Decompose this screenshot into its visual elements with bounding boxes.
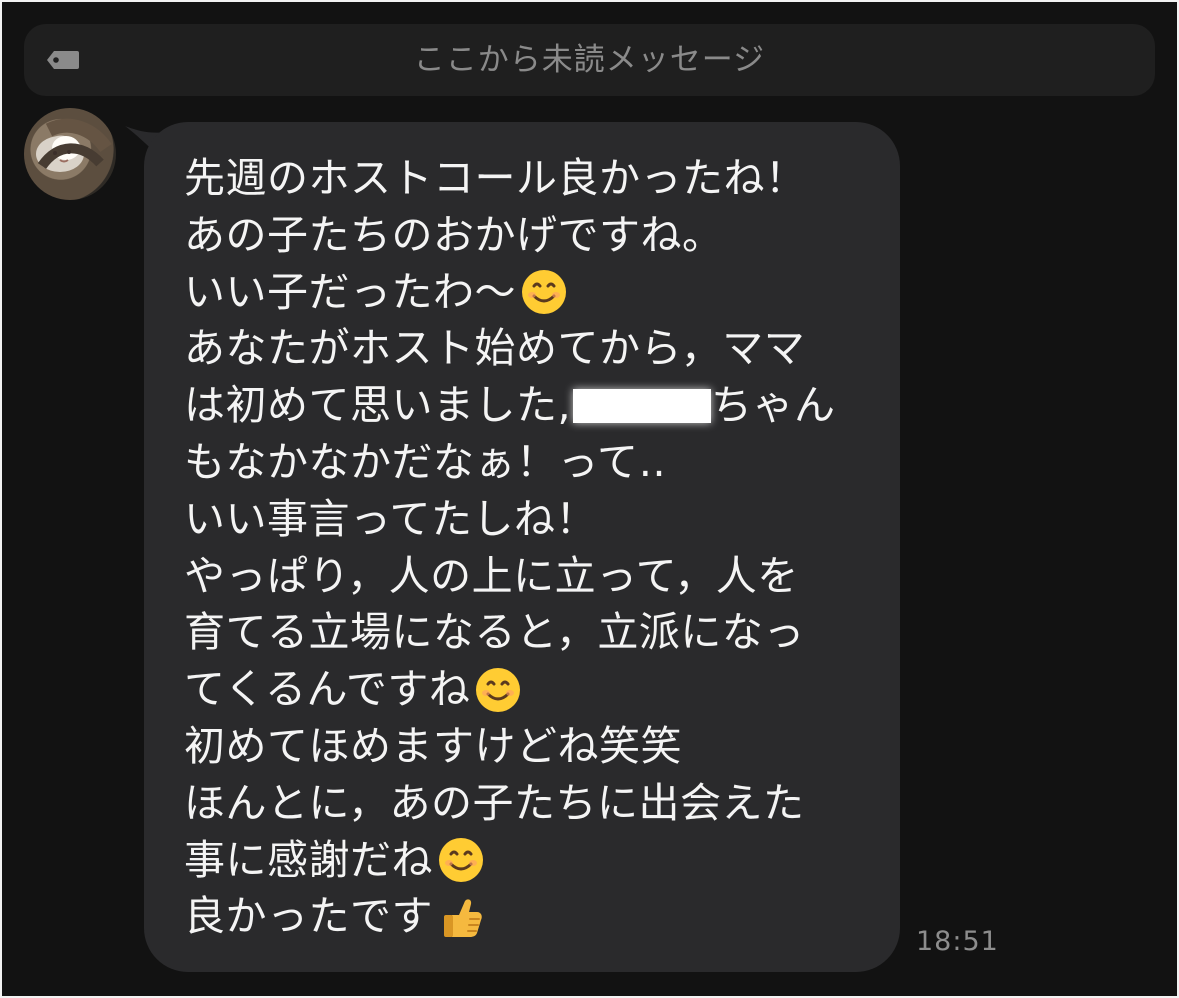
message-line: 先週のホストコール良かったね！ — [184, 150, 884, 207]
message-line: は初めて思いました, ちゃん — [184, 377, 884, 434]
message-line: 事に感謝だね — [184, 832, 884, 889]
message-line-text: 育てる立場になると，立派になっ — [184, 608, 805, 657]
message-line: やっぱり，人の上に立って，人を — [184, 548, 884, 605]
message-line: もなかなかだなぁ！って‥ — [184, 434, 884, 491]
message-line: てくるんですね — [184, 661, 884, 718]
message-line: 育てる立場になると，立派になっ — [184, 604, 884, 661]
smiling-face-icon — [522, 269, 566, 314]
thumbs-up-icon — [444, 899, 482, 937]
message-line-text: やっぱり，人の上に立って，人を — [184, 551, 799, 600]
message-line: ほんとに，あの子たちに出会えた — [184, 775, 884, 832]
message-line-text: いい子だったわ〜 — [184, 267, 516, 316]
message-line-text: いい事言ってたしね！ — [184, 494, 597, 543]
message-line-text: 事に感謝だね — [184, 835, 433, 884]
message-timestamp: 18:51 — [916, 926, 999, 957]
avatar[interactable] — [24, 108, 116, 200]
message-line-text: てくるんですね — [184, 665, 471, 714]
message-line-text: は初めて思いました, — [184, 381, 572, 430]
message-line-text: 良かったです — [184, 892, 433, 941]
message-line-text: 先週のホストコール良かったね！ — [184, 154, 807, 202]
message-line-text: あなたがホスト始めてから，ママ — [184, 324, 806, 373]
unread-divider-label: ここから未読メッセージ — [413, 42, 766, 78]
message-line: あの子たちのおかげですね。 — [184, 207, 884, 264]
message-line: 初めてほめますけどね笑笑 — [184, 718, 884, 775]
message-line-text: あの子たちのおかげですね。 — [184, 210, 724, 259]
message-line-text: 初めてほめますけどね笑笑 — [184, 721, 682, 770]
message-line-text: ほんとに，あの子たちに出会えた — [184, 778, 805, 827]
smiling-face-icon — [439, 837, 483, 882]
message-line: あなたがホスト始めてから，ママ — [184, 320, 884, 377]
redacted-name — [573, 388, 712, 423]
message-line-text: もなかなかだなぁ！って‥ — [184, 437, 667, 486]
message-line-text: ちゃん — [711, 381, 836, 430]
message-text: 先週のホストコール良かったね！ あの子たちのおかげですね。 いい子だったわ〜 あ… — [184, 150, 884, 945]
message-line: 良かったです — [184, 888, 884, 945]
smiling-face-icon — [476, 667, 521, 712]
message-line: いい子だったわ〜 — [184, 264, 884, 321]
message-line: いい事言ってたしね！ — [184, 491, 884, 548]
